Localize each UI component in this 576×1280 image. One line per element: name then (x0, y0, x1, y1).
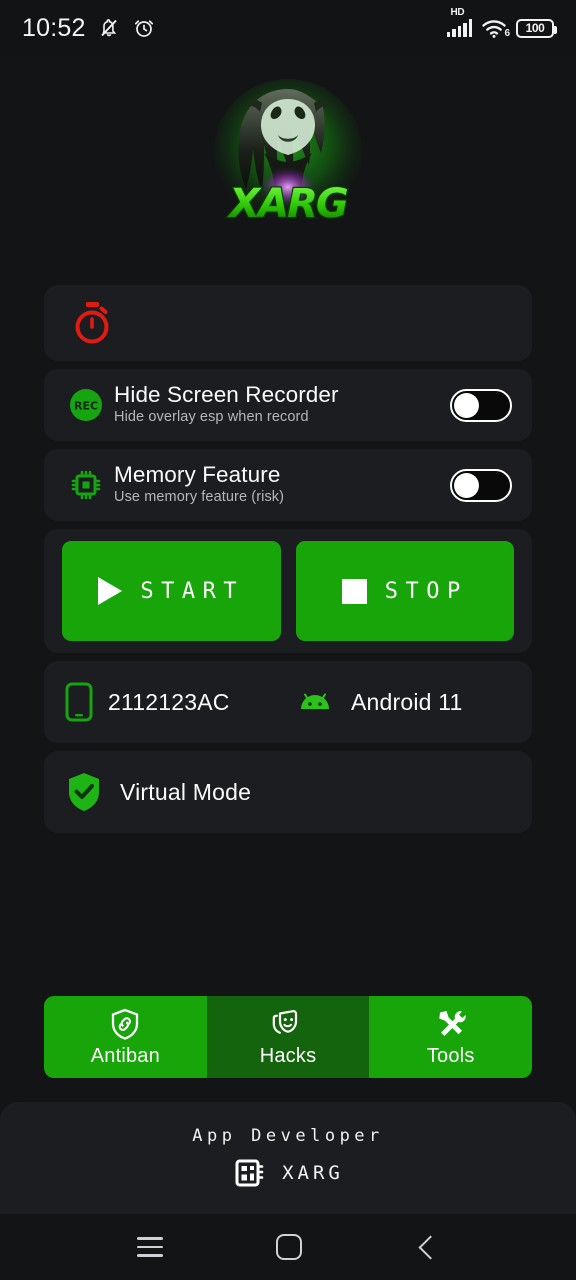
rec-icon: REC (64, 387, 108, 423)
timer-card[interactable] (44, 285, 532, 361)
wifi-icon: 6 (481, 18, 510, 39)
shield-check-icon (69, 773, 99, 811)
status-bar-right: HD 6 100 (446, 7, 557, 39)
stop-square-icon (341, 578, 367, 604)
svg-text:XARG: XARG (226, 181, 348, 227)
status-bar-left: 10:52 (22, 14, 156, 43)
hide-screen-recorder-toggle[interactable] (450, 388, 512, 422)
alarm-clock-icon (134, 20, 153, 37)
virtual-mode-label: Virtual Mode (120, 778, 252, 805)
main-content: XARG REC Hide Screen Recorder Hide overl… (0, 56, 576, 1214)
tab-label: Hacks (259, 1044, 317, 1067)
tab-antiban[interactable]: Antiban (44, 996, 207, 1078)
setting-title: Hide Screen Recorder (114, 382, 339, 408)
virtual-mode-card[interactable]: Virtual Mode (44, 751, 532, 833)
back-chevron-icon[interactable] (416, 1234, 443, 1260)
shield-link-icon (112, 1008, 139, 1040)
app-screen: 10:52 HD 6 100 XARG REC Hide Screen Reco… (0, 0, 576, 1280)
app-logo: XARG (0, 56, 576, 261)
tab-tools[interactable]: Tools (369, 996, 532, 1078)
device-model-group: 2112123AC (64, 682, 283, 722)
toggle-knob (454, 472, 479, 498)
status-time: 10:52 (22, 13, 86, 42)
xarg-logo-icon: XARG (214, 78, 362, 228)
memory-feature-toggle[interactable] (450, 468, 512, 502)
tab-hacks[interactable]: Hacks (206, 996, 370, 1078)
footer-panel: App Developer XARG (0, 1102, 576, 1214)
android-nav-bar (0, 1214, 576, 1280)
battery-icon: 100 (516, 18, 557, 38)
start-button[interactable]: START (62, 541, 281, 641)
setting-row-memory-feature[interactable]: Memory Feature Use memory feature (risk) (44, 449, 532, 521)
flex-spacer (0, 833, 576, 996)
tab-label: Tools (426, 1044, 475, 1067)
stop-button[interactable]: STOP (295, 541, 514, 641)
toggle-knob (454, 392, 479, 418)
battery-level-label: 100 (525, 21, 545, 35)
bottom-tab-bar: Antiban Hacks Tools (44, 996, 532, 1078)
os-version-group: Android 11 (283, 688, 512, 716)
android-icon (301, 693, 329, 709)
start-button-label: START (140, 578, 245, 604)
setting-row-hide-screen-recorder[interactable]: REC Hide Screen Recorder Hide overlay es… (44, 369, 532, 441)
setting-subtitle: Use memory feature (risk) (114, 489, 285, 506)
setting-text-block: Memory Feature Use memory feature (risk) (108, 462, 450, 508)
status-bar: 10:52 HD 6 100 (0, 0, 576, 56)
svg-text:REC: REC (74, 400, 98, 413)
chip-card-icon (235, 1159, 264, 1186)
device-model-label: 2112123AC (108, 688, 230, 715)
theater-masks-icon (272, 1009, 298, 1034)
footer-developer: XARG (232, 1155, 344, 1191)
footer-title: App Developer (192, 1125, 384, 1146)
action-buttons-card: START STOP (44, 529, 532, 653)
tab-label: Antiban (90, 1044, 160, 1067)
home-square-icon[interactable] (276, 1234, 303, 1260)
menu-icon[interactable] (136, 1237, 163, 1257)
hd-label: HD (450, 7, 465, 18)
setting-text-block: Hide Screen Recorder Hide overlay esp wh… (108, 382, 450, 428)
stopwatch-icon (75, 302, 109, 344)
play-icon (98, 577, 123, 605)
wifi-generation-label: 6 (504, 28, 510, 39)
wrench-screwdriver-icon (438, 1010, 466, 1036)
smartphone-icon (65, 682, 93, 722)
os-version-label: Android 11 (351, 688, 463, 715)
stop-button-label: STOP (384, 578, 468, 604)
signal-icon: HD (446, 7, 472, 37)
device-info-card: 2112123AC Android 11 (44, 661, 532, 743)
setting-subtitle: Hide overlay esp when record (114, 409, 309, 426)
footer-developer-name: XARG (282, 1161, 344, 1184)
cpu-chip-icon (64, 468, 108, 502)
setting-title: Memory Feature (114, 462, 281, 488)
bell-mute-icon (100, 19, 117, 37)
